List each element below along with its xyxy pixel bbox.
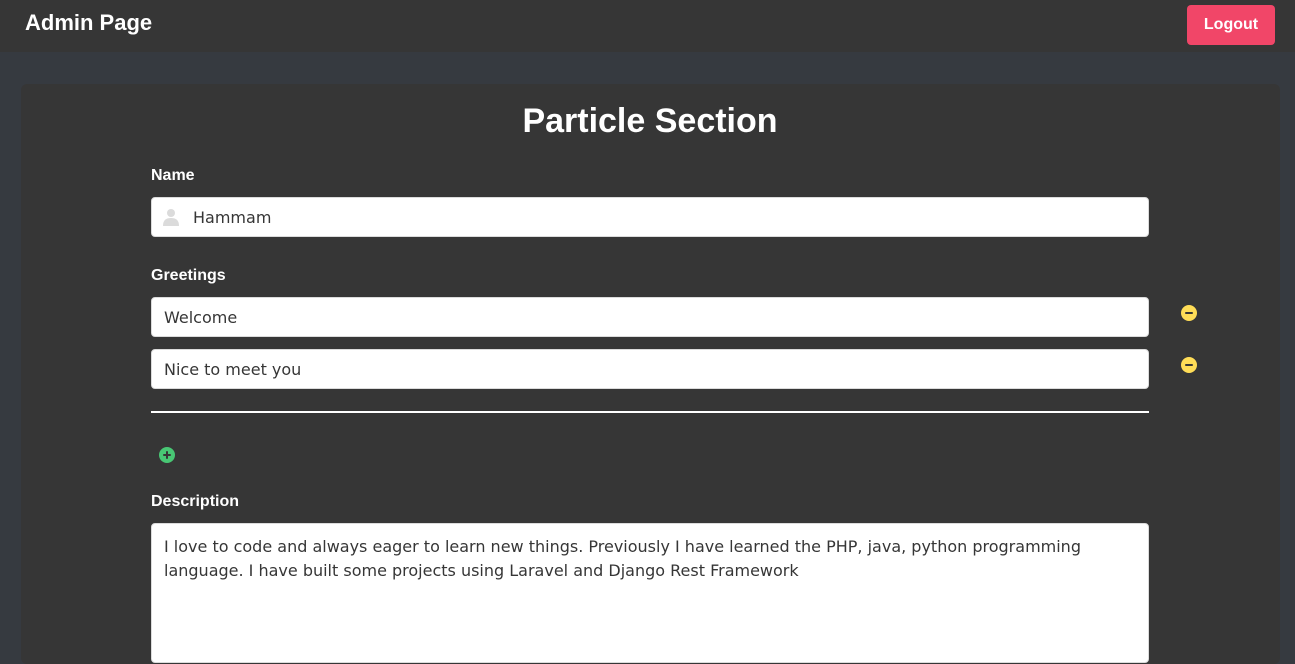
name-label: Name — [151, 167, 195, 184]
greeting-input-1[interactable] — [151, 297, 1149, 337]
section-title: Particle Section — [522, 102, 778, 140]
add-greeting-plus-icon[interactable] — [159, 447, 175, 463]
greetings-label: Greetings — [151, 267, 226, 284]
logout-button[interactable]: Logout — [1187, 5, 1275, 45]
description-label: Description — [151, 493, 240, 510]
name-input[interactable] — [151, 197, 1149, 237]
user-icon — [163, 209, 179, 226]
greeting-input-2[interactable] — [151, 349, 1149, 389]
navbar: Admin Page Logout — [0, 0, 1295, 52]
brand-title: Admin Page — [25, 10, 153, 35]
description-textarea[interactable]: I love to code and always eager to learn… — [151, 523, 1149, 663]
greetings-divider — [151, 411, 1149, 413]
remove-greeting-2-minus-icon[interactable] — [1181, 357, 1197, 373]
remove-greeting-1-minus-icon[interactable] — [1181, 305, 1197, 321]
